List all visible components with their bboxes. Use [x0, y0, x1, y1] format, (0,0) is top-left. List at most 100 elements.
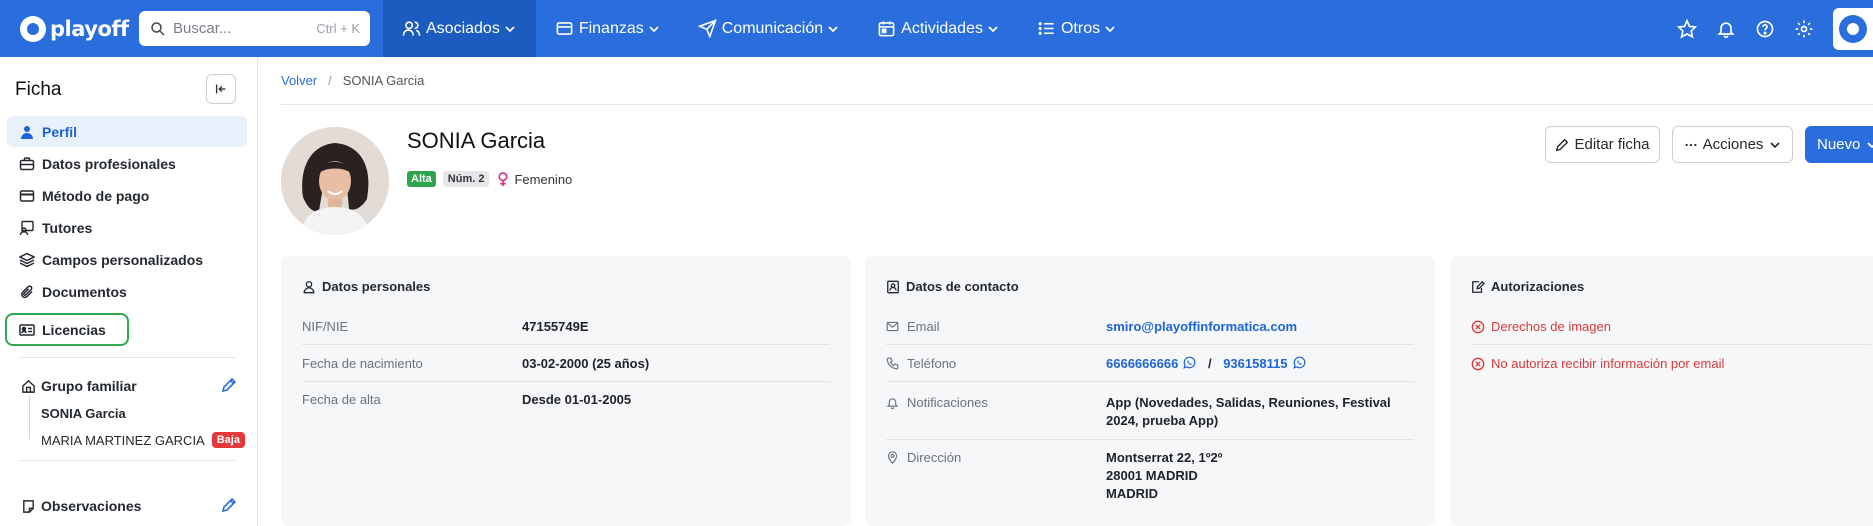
chevron-down-icon: [828, 25, 838, 32]
playoff-logo-icon: [1839, 14, 1867, 43]
brand-logo[interactable]: playoff: [0, 15, 133, 42]
section-label: Grupo familiar: [41, 378, 137, 394]
briefcase-icon: [19, 156, 35, 170]
card-title: Datos de contacto: [886, 279, 1019, 294]
address-line: 28001 MADRID: [1106, 468, 1198, 483]
search-box[interactable]: Ctrl + K: [139, 11, 370, 46]
nav-otros[interactable]: Otros: [1018, 0, 1135, 57]
field-label: NIF/NIE: [302, 319, 349, 334]
status-badge: Alta: [407, 171, 436, 187]
pencil-icon: [1556, 138, 1569, 151]
bell-outline-icon: [886, 398, 899, 409]
breadcrumb-back-link[interactable]: Volver: [281, 73, 317, 88]
sidebar-item-perfil[interactable]: Perfil: [7, 116, 247, 147]
row-divider: [886, 381, 1414, 382]
tutor-icon: [19, 220, 34, 235]
sidebar-item-tutores[interactable]: Tutores: [7, 212, 247, 243]
phone-link-1[interactable]: 6666666666: [1106, 356, 1178, 371]
search-shortcut: Ctrl + K: [316, 21, 360, 36]
sidebar-item-label: Datos profesionales: [42, 155, 176, 172]
authorization-item: Derechos de imagen: [1471, 319, 1611, 334]
row-divider: [886, 439, 1414, 440]
sidebar-item-campos-personalizados[interactable]: Campos personalizados: [7, 244, 247, 275]
whatsapp-icon[interactable]: [1182, 356, 1196, 370]
field-label: Dirección: [886, 450, 961, 465]
field-label: Fecha de nacimiento: [302, 356, 423, 371]
favorites-button[interactable]: [1667, 0, 1706, 57]
chevron-down-icon: [988, 25, 998, 32]
list-icon: [1038, 22, 1054, 35]
family-member-current[interactable]: SONIA Garcia: [41, 406, 126, 421]
top-right-tools: [1667, 0, 1873, 57]
button-label: Nuevo: [1817, 136, 1861, 153]
breadcrumb-current: SONIA Garcia: [342, 73, 425, 88]
field-label-text: Notificaciones: [907, 395, 988, 410]
more-dots-icon: [1685, 143, 1697, 146]
nav-asociados[interactable]: Asociados: [383, 0, 536, 57]
edit-family-group-icon[interactable]: [221, 377, 237, 393]
status-badge: Baja: [211, 432, 245, 448]
authorization-label: No autoriza recibir información por emai…: [1491, 356, 1725, 371]
new-dropdown-button[interactable]: Nuevo: [1805, 126, 1873, 163]
card-title: Datos personales: [302, 279, 430, 294]
phone-link-2[interactable]: 936158115: [1223, 356, 1287, 371]
users-icon: [402, 21, 421, 36]
field-label-text: Dirección: [907, 450, 962, 465]
authorization-item: No autoriza recibir información por emai…: [1471, 356, 1724, 371]
wallet-icon: [556, 22, 573, 35]
nav-actividades[interactable]: Actividades: [858, 0, 1018, 57]
breadcrumb-separator: /: [328, 73, 332, 88]
nav-label: Comunicación: [721, 19, 824, 37]
sidebar-item-label: Método de pago: [42, 187, 150, 204]
row-divider: [302, 381, 830, 382]
notifications-button[interactable]: [1706, 0, 1745, 57]
field-value: 47155749E: [522, 319, 589, 334]
edit-profile-button[interactable]: Editar ficha: [1545, 126, 1660, 163]
sidebar-item-label: Documentos: [42, 283, 127, 300]
chevron-down-icon: [505, 25, 515, 32]
address-value: Montserrat 22, 1º2º 28001 MADRID MADRID: [1106, 449, 1222, 503]
nav-comunicacion[interactable]: Comunicación: [679, 0, 858, 57]
nav-label: Actividades: [901, 19, 983, 37]
chevron-down-icon: [1770, 141, 1781, 148]
app-switcher-button[interactable]: [1833, 7, 1873, 50]
whatsapp-icon[interactable]: [1292, 356, 1306, 370]
sidebar-item-label: Campos personalizados: [42, 251, 204, 268]
collapse-left-icon: [215, 84, 226, 94]
sidebar-item-documentos[interactable]: Documentos: [7, 276, 247, 307]
email-link[interactable]: smiro@playoffinformatica.com: [1106, 318, 1297, 336]
chevron-down-icon: [1867, 141, 1873, 148]
family-group-title: Grupo familiar: [21, 378, 137, 394]
help-icon: [1756, 20, 1773, 37]
sidebar-item-metodo-de-pago[interactable]: Método de pago: [7, 180, 247, 211]
sidebar-item-datos-profesionales[interactable]: Datos profesionales: [7, 148, 247, 179]
nav-label: Asociados: [426, 19, 500, 37]
sidebar-divider: [18, 460, 236, 461]
calendar-icon: [878, 21, 895, 37]
actions-dropdown-button[interactable]: Acciones: [1672, 126, 1793, 163]
member-number-badge: Núm. 2: [442, 171, 490, 187]
female-icon: [498, 171, 509, 186]
breadcrumb-divider: [281, 104, 1873, 105]
playoff-logo-icon: [20, 15, 46, 42]
main-nav: Asociados Finanzas Comunicación Activida…: [383, 0, 1135, 57]
help-button[interactable]: [1745, 0, 1784, 57]
authorizations-card: Autorizaciones Derechos de imagen No aut…: [1450, 256, 1873, 526]
contact-book-icon: [887, 280, 899, 293]
family-member[interactable]: MARIA MARTINEZ GARCIA Baja: [41, 432, 245, 448]
field-value: 03-02-2000 (25 años): [522, 356, 650, 371]
sidebar-item-label: Perfil: [42, 123, 78, 140]
user-outline-icon: [303, 280, 315, 293]
sidebar-item-licencias[interactable]: Licencias: [5, 313, 129, 346]
search-icon: [151, 21, 165, 36]
field-label-text: Email: [907, 319, 940, 334]
collapse-sidebar-button[interactable]: [206, 74, 236, 104]
settings-button[interactable]: [1784, 0, 1823, 57]
avatar: [281, 127, 389, 235]
nav-label: Finanzas: [578, 19, 644, 37]
edit-observations-icon[interactable]: [221, 497, 237, 513]
home-icon: [22, 379, 35, 393]
nav-finanzas[interactable]: Finanzas: [536, 0, 679, 57]
member-name: SONIA Garcia: [41, 406, 126, 421]
search-input[interactable]: [173, 20, 317, 37]
